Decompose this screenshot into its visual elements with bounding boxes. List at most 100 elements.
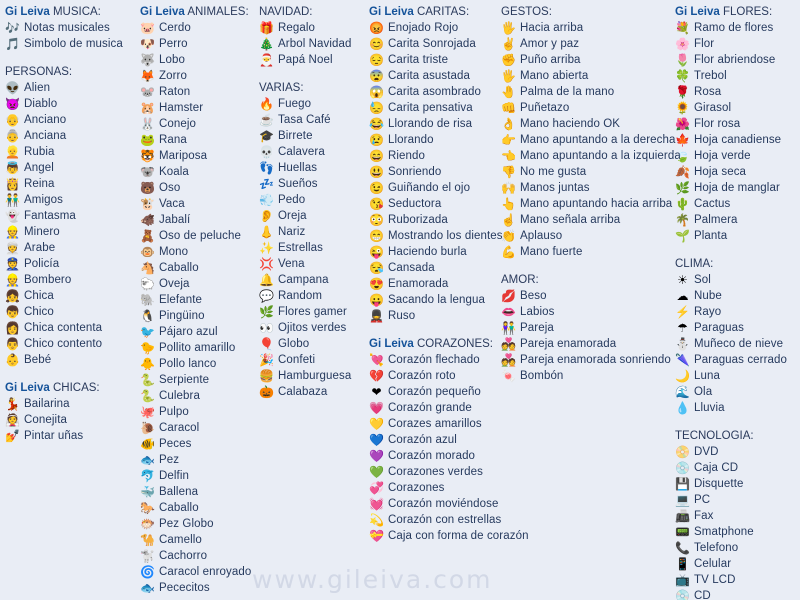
emoji-list-item[interactable]: 💪 Mano fuerte [500, 244, 681, 260]
puppy-icon[interactable]: 🐩 [139, 549, 156, 564]
rabbit-icon[interactable]: 🐰 [139, 117, 156, 132]
emoji-list-item[interactable]: 🌷 Flor abriendose [674, 52, 787, 68]
pink-flower-icon[interactable]: 🌺 [674, 117, 691, 132]
emoji-list-item[interactable]: 🍂 Hoja seca [674, 164, 787, 180]
flushed-face-icon[interactable]: 😳 [368, 213, 385, 228]
sheep-icon[interactable]: 🐑 [139, 277, 156, 292]
emoji-list-item[interactable]: 🐯 Mariposa [139, 148, 251, 164]
emoji-list-item[interactable]: 🐥 Pollo lanco [139, 356, 251, 372]
christmas-tree-icon[interactable]: 🎄 [258, 37, 275, 52]
emoji-list-item[interactable]: 🐠 Peces [139, 436, 251, 452]
emoji-list-item[interactable]: 🌿 Hoja de manglar [674, 180, 787, 196]
emoji-list-item[interactable]: 👦 Chico [4, 304, 123, 320]
emoji-list-item[interactable]: 🎉 Confeti [258, 352, 352, 368]
bouquet-icon[interactable]: 💐 [674, 21, 691, 36]
bunny-girl-icon[interactable]: 👰 [4, 413, 21, 428]
wolf-icon[interactable]: 🐺 [139, 53, 156, 68]
emoji-list-item[interactable]: 📟 Smatphone [674, 524, 787, 540]
emoji-list-item[interactable]: 💅 Pintar uñas [4, 428, 123, 444]
tropical-fish-icon[interactable]: 🐠 [139, 437, 156, 452]
clover-icon[interactable]: 🍀 [674, 69, 691, 84]
couple-smiling-icon[interactable]: 💑 [500, 353, 517, 368]
pig-icon[interactable]: 🐷 [139, 21, 156, 36]
serpent-icon[interactable]: 🐍 [139, 389, 156, 404]
emoji-list-item[interactable]: 🍀 Trebol [674, 68, 787, 84]
emoji-list-item[interactable]: 🌂 Paraguas cerrado [674, 352, 787, 368]
girl-icon[interactable]: 👧 [4, 289, 21, 304]
emoji-list-item[interactable]: 👷 Minero [4, 224, 123, 240]
emoji-list-item[interactable]: 👧 Chica [4, 288, 123, 304]
pensive-face-icon[interactable]: 😓 [368, 101, 385, 116]
happy-boy-icon[interactable]: 👨 [4, 337, 21, 352]
sleep-zzz-icon[interactable]: 💤 [258, 177, 275, 192]
emoji-list-item[interactable]: 👻 Fantasma [4, 208, 123, 224]
emoji-list-item[interactable]: 👳 Arabe [4, 240, 123, 256]
emoji-list-item[interactable]: 🎶 Notas musicales [4, 20, 123, 36]
horse-head-icon[interactable]: 🐎 [139, 501, 156, 516]
arab-man-icon[interactable]: 👳 [4, 241, 21, 256]
beating-heart-icon[interactable]: 💓 [368, 497, 385, 512]
rose-icon[interactable]: 🌹 [674, 85, 691, 100]
emoji-list-item[interactable]: 🌴 Palmera [674, 212, 787, 228]
blowfish-icon[interactable]: 🐡 [139, 517, 156, 532]
skull-icon[interactable]: 💀 [258, 145, 275, 160]
smartphone-icon[interactable]: 📟 [674, 525, 691, 540]
stars-icon[interactable]: ✨ [258, 241, 275, 256]
ok-hand-icon[interactable]: 👌 [500, 117, 517, 132]
emoji-list-item[interactable]: 👰 Conejita [4, 412, 123, 428]
emoji-list-item[interactable]: 👆 Mano apuntando hacia arriba [500, 196, 681, 212]
emoji-list-item[interactable]: 🐺 Lobo [139, 52, 251, 68]
hamster-icon[interactable]: 🐹 [139, 101, 156, 116]
broken-heart-icon[interactable]: 💔 [368, 369, 385, 384]
elephant-icon[interactable]: 🐘 [139, 293, 156, 308]
fax-icon[interactable]: 📠 [674, 509, 691, 524]
emoji-list-item[interactable]: 🐴 Caballo [139, 260, 251, 276]
old-man-icon[interactable]: 👴 [4, 113, 21, 128]
emoji-list-item[interactable]: 💃 Bailarina [4, 396, 123, 412]
emoji-list-item[interactable]: 🌙 Luna [674, 368, 787, 384]
friends-icon[interactable]: 👬 [4, 193, 21, 208]
emoji-list-item[interactable]: ☁ Nube [674, 288, 787, 304]
emoji-list-item[interactable]: 💙 Corazón azul [368, 432, 529, 448]
whale-icon[interactable]: 🐳 [139, 485, 156, 500]
bell-icon[interactable]: 🔔 [258, 273, 275, 288]
emoji-list-item[interactable]: 🐘 Elefante [139, 292, 251, 308]
yellow-heart-icon[interactable]: 💛 [368, 417, 385, 432]
emoji-list-item[interactable]: 👿 Diablo [4, 96, 123, 112]
emoji-list-item[interactable]: 🌺 Flor rosa [674, 116, 787, 132]
emoji-list-item[interactable]: 💑 Pareja enamorada [500, 336, 681, 352]
emoji-list-item[interactable]: 🎁 Regalo [258, 20, 352, 36]
ear-icon[interactable]: 👂 [258, 209, 275, 224]
emoji-list-item[interactable]: 🐨 Koala [139, 164, 251, 180]
footprints-icon[interactable]: 👣 [258, 161, 275, 176]
emoji-list-item[interactable]: 👊 Puñetazo [500, 100, 681, 116]
police-officer-icon[interactable]: 👮 [4, 257, 21, 272]
telephone-icon[interactable]: 📞 [674, 541, 691, 556]
old-woman-icon[interactable]: 👵 [4, 129, 21, 144]
moon-icon[interactable]: 🌙 [674, 369, 691, 384]
vein-icon[interactable]: 💢 [258, 257, 275, 272]
emoji-list-item[interactable]: 🍔 Hamburguesa [258, 368, 352, 384]
emoji-list-item[interactable]: 🎃 Calabaza [258, 384, 352, 400]
lips-icon[interactable]: 👄 [500, 305, 517, 320]
emoji-list-item[interactable]: 🎵 Simbolo de musica [4, 36, 123, 52]
gamer-flowers-icon[interactable]: 🌿 [258, 305, 275, 320]
sunflower-icon[interactable]: 🌻 [674, 101, 691, 116]
angel-icon[interactable]: 👼 [4, 161, 21, 176]
emoji-list-item[interactable]: 📺 TV LCD [674, 572, 787, 588]
butterfly-icon[interactable]: 🐯 [139, 149, 156, 164]
smiling-face-icon[interactable]: 😃 [368, 165, 385, 180]
emoji-list-item[interactable]: 🐍 Culebra [139, 388, 251, 404]
frog-icon[interactable]: 🐸 [139, 133, 156, 148]
point-left-icon[interactable]: 👈 [500, 149, 517, 164]
santa-claus-icon[interactable]: 🎅 [258, 53, 275, 68]
point-up-icon[interactable]: 👆 [500, 197, 517, 212]
confetti-icon[interactable]: 🎉 [258, 353, 275, 368]
dry-leaf-icon[interactable]: 🍂 [674, 165, 691, 180]
fox-icon[interactable]: 🦊 [139, 69, 156, 84]
computer-icon[interactable]: 💻 [674, 493, 691, 508]
emoji-list-item[interactable]: 🐵 Mono [139, 244, 251, 260]
emoji-list-item[interactable]: 🐡 Pez Globo [139, 516, 251, 532]
emoji-list-item[interactable]: 👄 Labios [500, 304, 681, 320]
emoji-list-item[interactable]: 💬 Random [258, 288, 352, 304]
